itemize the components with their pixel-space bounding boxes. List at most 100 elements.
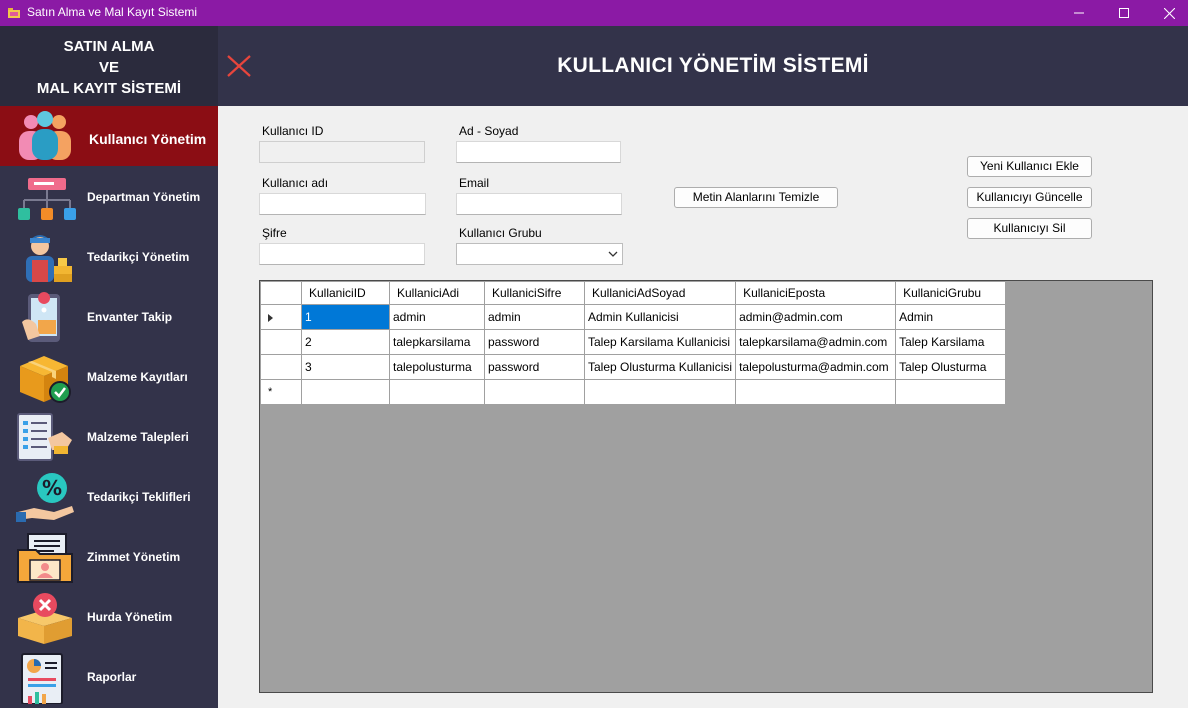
table-header-row: KullaniciID KullaniciAdi KullaniciSifre … <box>260 281 1007 305</box>
table-cell[interactable] <box>301 379 390 405</box>
sidebar-item-label: Tedarikçi Teklifleri <box>87 490 191 504</box>
table-cell[interactable]: admin <box>389 304 485 330</box>
sidebar-item-kullanici-yonetim[interactable]: Kullanıcı Yönetim <box>0 106 218 166</box>
row-header[interactable] <box>260 354 302 380</box>
window-titlebar: Satın Alma ve Mal Kayıt Sistemi <box>0 0 1188 26</box>
brand-logo-text: SATIN ALMA VE MAL KAYIT SİSTEMİ <box>0 26 218 106</box>
sidebar-item-hurda-yonetim[interactable]: Hurda Yönetim <box>0 588 218 648</box>
table-cell[interactable]: talepkarsilama@admin.com <box>735 329 897 355</box>
password-field[interactable] <box>259 243 425 265</box>
column-header[interactable]: KullaniciSifre <box>484 281 585 305</box>
user-group-select[interactable] <box>456 243 623 265</box>
table-cell[interactable]: Talep Olusturma <box>895 354 1007 380</box>
table-cell[interactable]: admin <box>484 304 585 330</box>
row-header[interactable] <box>260 329 302 355</box>
table-cell[interactable]: password <box>484 354 585 380</box>
email-label: Email <box>459 176 490 190</box>
column-header[interactable]: KullaniciEposta <box>735 281 897 305</box>
sidebar-item-label: Hurda Yönetim <box>87 610 173 624</box>
sidebar-item-tedarikci-teklifleri[interactable]: % Tedarikçi Teklifleri <box>0 468 218 528</box>
brand-line: SATIN ALMA <box>63 38 155 55</box>
column-header[interactable]: KullaniciID <box>301 281 390 305</box>
report-chart-icon <box>21 653 63 704</box>
percent-offer-icon: % <box>16 473 74 522</box>
row-header[interactable]: * <box>260 379 302 405</box>
users-data-grid[interactable]: KullaniciID KullaniciAdi KullaniciSifre … <box>259 280 1153 693</box>
sidebar-item-zimmet-yonetim[interactable]: Zimmet Yönetim <box>0 528 218 588</box>
phone-location-icon <box>22 292 60 342</box>
maximize-icon <box>1119 8 1129 18</box>
sidebar-item-label: Raporlar <box>87 670 137 684</box>
table-cell[interactable]: Talep Karsilama Kullanicisi <box>583 329 737 355</box>
box-delete-icon <box>18 593 72 644</box>
table-cell[interactable]: 2 <box>301 329 390 355</box>
sidebar-item-departman-yonetim[interactable]: Departman Yönetim <box>0 168 218 228</box>
table-cell[interactable]: talepolusturma <box>389 354 485 380</box>
column-header[interactable]: KullaniciAdSoyad <box>583 281 737 305</box>
username-label: Kullanıcı adı <box>262 176 329 190</box>
add-user-button[interactable]: Yeni Kullanıcı Ekle <box>967 156 1092 177</box>
new-row-marker: * <box>268 386 273 398</box>
sidebar-item-raporlar[interactable]: Raporlar <box>0 648 218 708</box>
table-cell[interactable] <box>895 379 1007 405</box>
fullname-field[interactable] <box>456 141 621 163</box>
table-cell[interactable] <box>735 379 897 405</box>
close-window-button[interactable] <box>1146 0 1188 26</box>
column-header[interactable]: KullaniciAdi <box>389 281 485 305</box>
email-field[interactable] <box>456 193 622 215</box>
table-cell[interactable] <box>484 379 585 405</box>
table-row[interactable]: 3 talepolusturma password Talep Olusturm… <box>260 354 1007 380</box>
page-title: KULLANICI YÖNETİM SİSTEMİ <box>557 54 869 77</box>
brand-line: MAL KAYIT SİSTEMİ <box>36 80 182 97</box>
users-table: KullaniciID KullaniciAdi KullaniciSifre … <box>260 281 1007 405</box>
username-field[interactable] <box>259 193 426 215</box>
table-cell[interactable]: 1 <box>301 304 390 330</box>
password-label: Şifre <box>262 226 287 240</box>
users-icon <box>19 111 71 160</box>
sidebar-item-label: Malzeme Kayıtları <box>87 370 188 384</box>
table-cell[interactable]: Admin Kullanicisi <box>583 304 737 330</box>
user-id-field[interactable] <box>259 141 425 163</box>
minimize-icon <box>1074 12 1084 14</box>
sidebar-item-malzeme-kayitlari[interactable]: Malzeme Kayıtları <box>0 348 218 408</box>
delete-user-button[interactable]: Kullanıcıyı Sil <box>967 218 1092 239</box>
maximize-button[interactable] <box>1101 0 1147 26</box>
table-row[interactable]: 1 admin admin Admin Kullanicisi admin@ad… <box>260 304 1007 330</box>
folder-user-icon <box>17 533 73 583</box>
folder-app-icon <box>8 8 20 18</box>
clear-fields-button[interactable]: Metin Alanlarını Temizle <box>674 187 838 208</box>
table-cell[interactable]: admin@admin.com <box>735 304 897 330</box>
org-chart-icon <box>18 178 76 220</box>
sidebar-item-label: Departman Yönetim <box>87 190 201 204</box>
minimize-button[interactable] <box>1056 0 1102 26</box>
list-request-icon <box>17 413 72 461</box>
table-new-row[interactable]: * <box>260 379 1007 405</box>
table-cell[interactable]: Admin <box>895 304 1007 330</box>
page-header: KULLANICI YÖNETİM SİSTEMİ <box>218 26 1188 106</box>
sidebar-item-label: Kullanıcı Yönetim <box>89 131 207 147</box>
svg-text:%: % <box>42 476 62 500</box>
table-cell[interactable]: Talep Olusturma Kullanicisi <box>583 354 737 380</box>
row-header-corner <box>260 281 302 305</box>
supplier-icon <box>26 235 72 282</box>
sidebar-item-label: Envanter Takip <box>87 310 173 324</box>
sidebar-item-label: Zimmet Yönetim <box>87 550 181 564</box>
table-cell[interactable]: password <box>484 329 585 355</box>
table-cell[interactable]: Talep Karsilama <box>895 329 1007 355</box>
table-cell[interactable]: talepolusturma@admin.com <box>735 354 897 380</box>
table-cell[interactable]: 3 <box>301 354 390 380</box>
table-cell[interactable]: talepkarsilama <box>389 329 485 355</box>
column-header[interactable]: KullaniciGrubu <box>895 281 1007 305</box>
window-title: Satın Alma ve Mal Kayıt Sistemi <box>27 5 198 19</box>
table-row[interactable]: 2 talepkarsilama password Talep Karsilam… <box>260 329 1007 355</box>
sidebar-item-tedarikci-yonetim[interactable]: Tedarikçi Yönetim <box>0 228 218 288</box>
table-cell[interactable] <box>583 379 737 405</box>
update-user-button[interactable]: Kullanıcıyı Güncelle <box>967 187 1092 208</box>
sidebar-item-envanter-takip[interactable]: Envanter Takip <box>0 288 218 348</box>
box-check-icon <box>20 356 71 403</box>
fullname-label: Ad - Soyad <box>459 124 519 138</box>
sidebar-item-malzeme-talepleri[interactable]: Malzeme Talepleri <box>0 408 218 468</box>
current-row-arrow-icon <box>268 314 273 322</box>
row-header[interactable] <box>260 304 302 330</box>
table-cell[interactable] <box>389 379 485 405</box>
